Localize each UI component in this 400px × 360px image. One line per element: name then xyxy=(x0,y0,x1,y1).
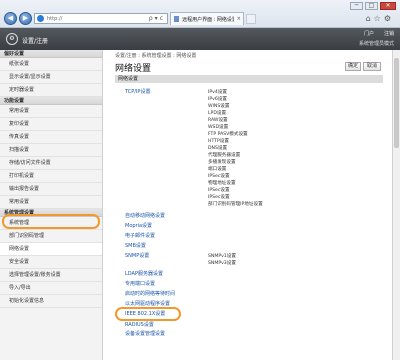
tab-close-icon[interactable]: × xyxy=(237,16,241,22)
settings-logo-icon: ⚙ xyxy=(6,33,18,45)
tcpip-subitem: IPSec设置 xyxy=(208,174,230,179)
browser-chrome: ─ □ ✕ ◀ ▶ http:// ρ▾c 远程用户界面 : 网络设置 ... … xyxy=(0,0,400,28)
link-snmp[interactable]: SNMP设置 xyxy=(125,252,149,259)
tcpip-subitem: LPD设置 xyxy=(208,111,227,116)
link-smb[interactable]: SMB设置 xyxy=(125,242,146,249)
sidebar-item-import-export[interactable]: 导入/导出 xyxy=(0,282,102,295)
sidebar-item-scan[interactable]: 扫描设置 xyxy=(0,144,102,157)
section-header: 网络设置 xyxy=(115,75,383,83)
scrollbar[interactable] xyxy=(392,50,400,360)
tcpip-subitem: WINS设置 xyxy=(208,104,230,109)
tcpip-subitem: 端口设置 xyxy=(208,167,227,172)
sidebar-item-network[interactable]: 网络设置 xyxy=(0,243,102,256)
ieee-highlight xyxy=(115,307,181,321)
network-settings-highlight xyxy=(2,214,100,229)
link-device-mgmt[interactable]: 设备设置管理设置 xyxy=(125,330,165,337)
tcpip-subitem: IPSec设置 xyxy=(208,195,230,200)
link-ldap[interactable]: LDAP服务器设置 xyxy=(125,270,163,277)
address-bar[interactable]: http:// ρ▾c xyxy=(34,13,168,24)
sidebar-section-functions: 功能设置 xyxy=(0,97,102,105)
tcpip-subitem: 多播发现设置 xyxy=(208,160,236,165)
back-button[interactable]: ◀ xyxy=(4,12,17,25)
link-startup-wait[interactable]: 启动时的网络等待时间 xyxy=(125,290,175,297)
sidebar-item-storage[interactable]: 存储/访问文件设置 xyxy=(0,157,102,170)
user-mode-text: 系统管理员模式 xyxy=(358,41,394,47)
app-title: 设置/注册 xyxy=(22,38,49,45)
address-text: http:// xyxy=(47,15,63,22)
ok-button[interactable]: 确定 xyxy=(345,62,361,71)
tcpip-subitem: 物理地址设置 xyxy=(208,181,236,186)
tcpip-subitem: 代理服务器设置 xyxy=(208,153,241,158)
link-radius[interactable]: RADIUS设置 xyxy=(125,321,154,328)
breadcrumb: 设置/注册 : 系统管理设置 : 网络设置 xyxy=(115,53,197,59)
scrollbar-thumb[interactable] xyxy=(394,58,399,148)
link-ethernet[interactable]: 以太网驱动程序设置 xyxy=(125,300,170,307)
sidebar-item-display[interactable]: 显示设置/显示设置 xyxy=(0,71,102,84)
sidebar-item-license[interactable]: 选择管理设置/账务设置 xyxy=(0,269,102,282)
forward-button[interactable]: ▶ xyxy=(19,12,32,25)
sidebar-item-general[interactable]: 常用设置 xyxy=(0,196,102,209)
tcpip-subitem: IPv6设置 xyxy=(208,97,227,102)
snmp-subitem: SNMPv3设置 xyxy=(208,261,236,266)
tcpip-subitem: 部门识别码管理IP地址设置 xyxy=(208,202,263,207)
tab-favicon-icon xyxy=(174,16,180,22)
sidebar-item-report[interactable]: 输出报告设置 xyxy=(0,183,102,196)
link-email[interactable]: 电子邮件设置 xyxy=(125,232,155,239)
app-header: ⚙ 设置/注册 门户 注销 系统管理员模式 xyxy=(0,28,400,50)
tcpip-subitem: IPv4设置 xyxy=(208,90,227,95)
address-tools[interactable]: ρ▾c xyxy=(149,15,165,22)
portal-link[interactable]: 门户 xyxy=(364,30,374,37)
tcpip-subitem: HTTP设置 xyxy=(208,139,229,144)
sidebar-item-fax[interactable]: 传真设置 xyxy=(0,131,102,144)
maximize-button[interactable]: □ xyxy=(365,2,378,10)
page-title: 网络设置 xyxy=(115,64,152,74)
browser-tab[interactable]: 远程用户界面 : 网络设置 ... × xyxy=(170,12,244,25)
cancel-button[interactable]: 取消 xyxy=(363,62,381,71)
tcpip-subitem: IPSec设置 xyxy=(208,188,230,193)
logout-link[interactable]: 注销 xyxy=(384,30,394,37)
minimize-button[interactable]: ─ xyxy=(350,2,363,10)
sidebar-section-preferences: 偏好设置 xyxy=(0,50,102,58)
browser-toolbar-icons[interactable]: ⌂☆⚙ xyxy=(366,14,394,23)
sidebar-item-common[interactable]: 常用设置 xyxy=(0,105,102,118)
new-tab-button[interactable] xyxy=(246,14,256,24)
snmp-subitem: SNMPv1设置 xyxy=(208,254,236,259)
link-auto-mobile[interactable]: 自动移动网络设置 xyxy=(125,212,165,219)
link-dedicated-port[interactable]: 专用端口设置 xyxy=(125,280,155,287)
sidebar-item-copy[interactable]: 复印设置 xyxy=(0,118,102,131)
tcpip-subitem: RAW设置 xyxy=(208,118,228,123)
sidebar-item-timer[interactable]: 定时器设置 xyxy=(0,84,102,97)
sidebar-item-dept-id[interactable]: 部门识别码管理 xyxy=(0,230,102,243)
sidebar-item-printer[interactable]: 打印机设置 xyxy=(0,170,102,183)
tab-title: 远程用户界面 : 网络设置 ... xyxy=(182,16,234,23)
sidebar-item-init[interactable]: 初始化设置信息 xyxy=(0,295,102,308)
tcpip-subitem: DNS设置 xyxy=(208,146,228,151)
link-tcpip-settings[interactable]: TCP/IP设置 xyxy=(125,88,150,95)
close-window-button[interactable]: ✕ xyxy=(380,2,396,10)
site-icon xyxy=(37,15,44,22)
tcpip-subitem: WSD设置 xyxy=(208,125,229,130)
window-controls: ─ □ ✕ xyxy=(350,2,396,10)
sidebar-item-paper[interactable]: 纸张设置 xyxy=(0,58,102,71)
link-mopria[interactable]: Mopria设置 xyxy=(125,222,152,229)
sidebar-item-security[interactable]: 安全设置 xyxy=(0,256,102,269)
tcpip-subitem: FTP PASV模式设置 xyxy=(208,132,248,137)
sidebar: 偏好设置 纸张设置 显示设置/显示设置 定时器设置 功能设置 常用设置 复印设置… xyxy=(0,50,103,360)
